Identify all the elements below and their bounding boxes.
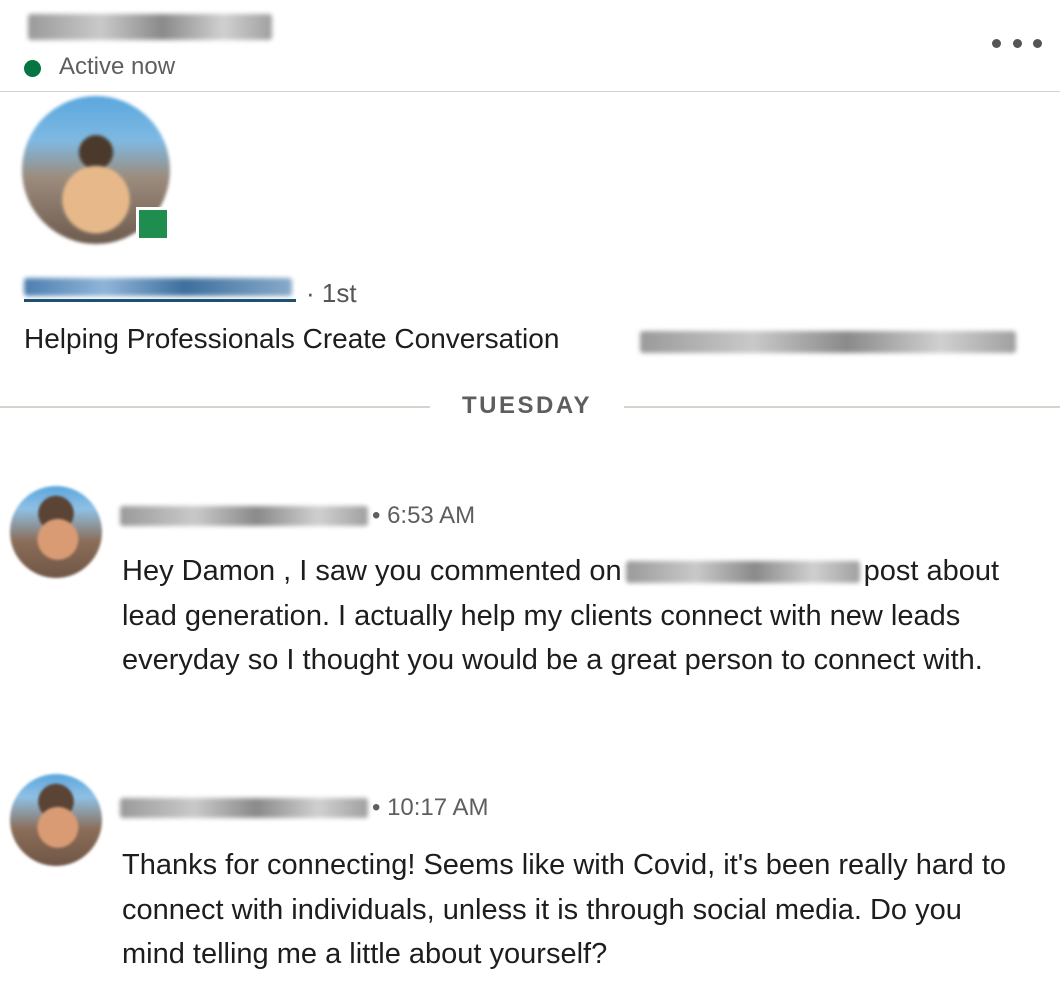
message-timestamp: • 10:17 AM	[372, 794, 489, 821]
online-status-icon	[24, 60, 41, 77]
contact-name-redacted[interactable]	[28, 14, 272, 40]
ellipsis-horizontal-icon	[992, 38, 1001, 48]
presence-status: Active now	[59, 53, 176, 80]
divider-line	[0, 406, 430, 408]
mentioned-name-redacted	[625, 561, 860, 583]
message-text: Thanks for connecting! Seems like with C…	[122, 849, 1007, 970]
profile-name-redacted	[24, 278, 292, 296]
sender-name-redacted[interactable]	[120, 798, 368, 818]
message-timestamp: • 6:53 AM	[372, 502, 476, 529]
connection-degree: · 1st	[306, 278, 357, 308]
message-text: Hey Damon , I saw you commented on post a…	[122, 555, 1000, 676]
divider-line	[624, 406, 1060, 408]
profile-headline: Helping Professionals Create Conversatio…	[24, 323, 560, 354]
message-item: • 10:17 AM Thanks for connecting! Seems …	[0, 774, 1060, 988]
sender-avatar[interactable]	[10, 486, 102, 578]
online-badge-icon	[136, 207, 170, 241]
headline-redacted	[640, 331, 1016, 353]
more-options-button[interactable]	[988, 28, 1046, 58]
message-item: • 6:53 AM Hey Damon , I saw you commente…	[0, 486, 1060, 726]
sender-avatar[interactable]	[10, 774, 102, 866]
profile-name-link[interactable]	[24, 278, 296, 302]
conversation-header: Active now	[0, 0, 1060, 92]
day-divider-label: TUESDAY	[462, 392, 592, 419]
sender-name-redacted[interactable]	[120, 506, 368, 526]
